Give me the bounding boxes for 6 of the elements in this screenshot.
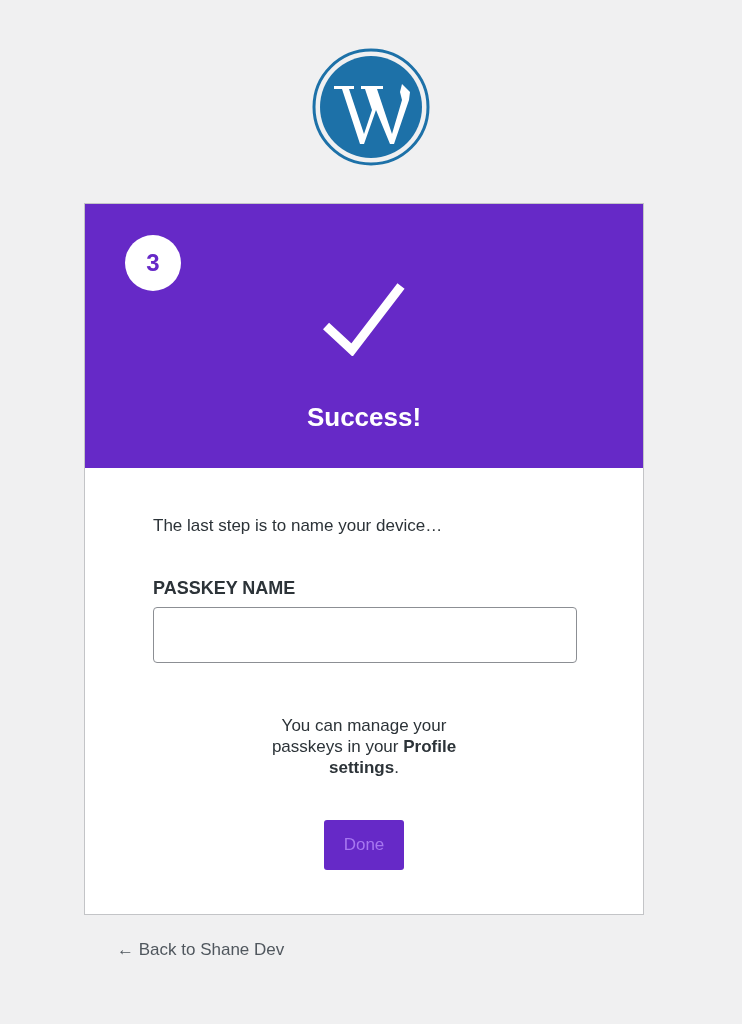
profile-note: You can manage your passkeys in your Profile settings. [270,715,458,778]
field-label: PASSKEY NAME [153,578,297,599]
instruction-text: The last step is to name your device… [153,516,444,536]
back-link[interactable]: ← Back to Shane Dev [117,940,285,960]
success-title: Success! [306,402,422,433]
step-badge: 3 [125,235,181,291]
